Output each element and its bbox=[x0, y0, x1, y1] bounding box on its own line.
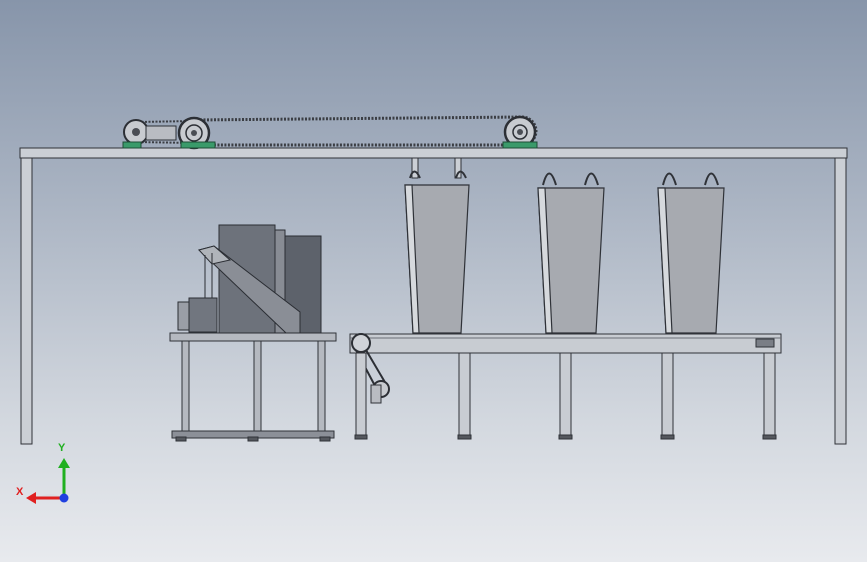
axis-triad-icon bbox=[26, 458, 70, 504]
cutting-machine[interactable] bbox=[177, 224, 322, 334]
chain-conveyor[interactable] bbox=[122, 115, 538, 150]
frame-top-beam bbox=[19, 147, 848, 159]
control-box bbox=[188, 297, 218, 333]
frame-right-leg bbox=[834, 157, 847, 445]
y-axis-label: Y bbox=[58, 442, 66, 454]
frame-left-leg bbox=[20, 157, 33, 445]
cad-viewport[interactable]: X Y bbox=[0, 0, 867, 562]
conveyor-leg-3 bbox=[559, 352, 572, 436]
hopper-bins[interactable] bbox=[404, 170, 725, 334]
hopper-bin-1[interactable] bbox=[404, 170, 470, 334]
belt-conveyor[interactable] bbox=[349, 333, 782, 440]
x-axis-label: X bbox=[16, 486, 24, 498]
sprocket-mount-left bbox=[122, 141, 142, 149]
drive-sprocket-left bbox=[123, 119, 149, 145]
table-top bbox=[169, 332, 337, 342]
motor-block bbox=[145, 125, 177, 141]
conveyor-end-pulley bbox=[351, 333, 371, 353]
gear-motor bbox=[370, 384, 382, 404]
chain-loop bbox=[179, 115, 538, 147]
axis-triad: X Y bbox=[12, 440, 82, 510]
assembly-scene[interactable] bbox=[0, 0, 867, 562]
sprocket-mount-right bbox=[502, 141, 538, 149]
conveyor-leg-1 bbox=[355, 352, 367, 436]
conveyor-leg-5 bbox=[763, 352, 776, 436]
conveyor-leg-4 bbox=[661, 352, 674, 436]
machine-table[interactable] bbox=[169, 332, 337, 442]
conveyor-bed bbox=[349, 333, 782, 354]
sprocket-mount-mid bbox=[180, 141, 216, 149]
conveyor-label-plate bbox=[755, 338, 775, 348]
hopper-bin-2[interactable] bbox=[537, 172, 605, 334]
conveyor-leg-2 bbox=[458, 352, 471, 436]
hopper-bin-3[interactable] bbox=[657, 172, 725, 334]
